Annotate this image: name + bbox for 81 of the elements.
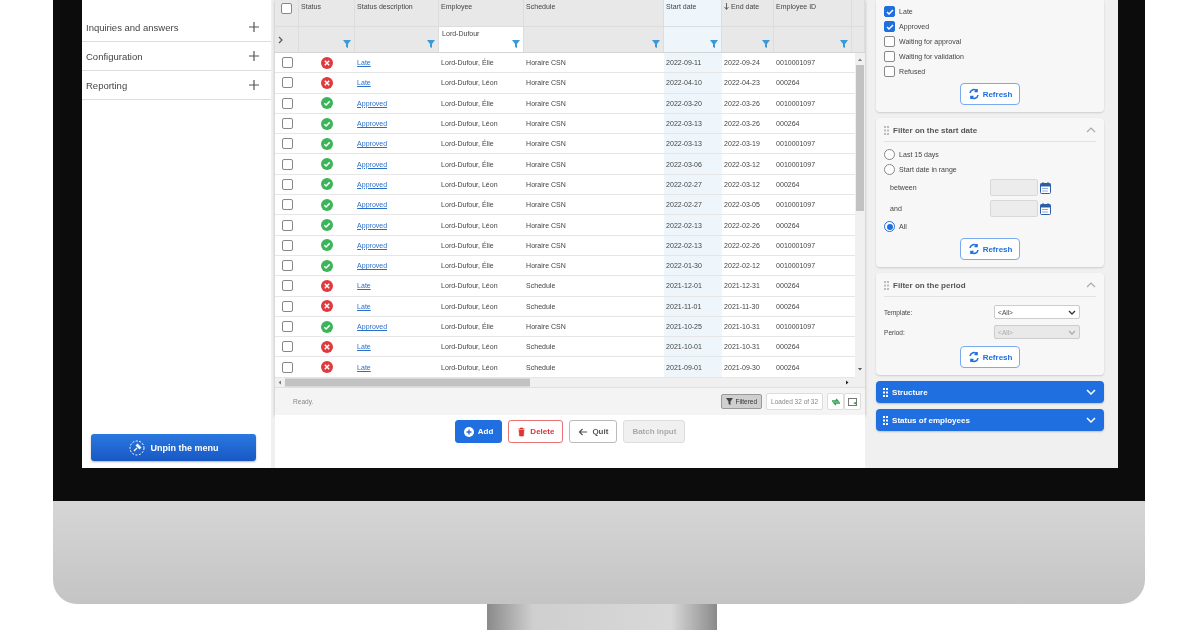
unpin-button[interactable]: Unpin the menu: [91, 434, 257, 461]
refresh-button[interactable]: Refresh: [959, 346, 1021, 368]
chevron-up-icon[interactable]: [1086, 127, 1096, 133]
checkbox[interactable]: [281, 178, 293, 190]
checkbox[interactable]: [281, 341, 293, 353]
action-button[interactable]: Delete: [508, 420, 564, 443]
calendar-icon[interactable]: [1040, 181, 1052, 194]
check-icon: [884, 21, 895, 32]
checkbox[interactable]: [281, 199, 293, 211]
checkbox[interactable]: [281, 260, 293, 272]
drag-handle-icon[interactable]: [883, 387, 889, 397]
checkbox[interactable]: [281, 158, 293, 170]
filter-icon: [726, 398, 734, 405]
sort-arrow-icon[interactable]: [724, 3, 730, 10]
filter-icon[interactable]: [762, 40, 771, 48]
checkbox[interactable]: [281, 239, 293, 251]
checkbox[interactable]: [281, 77, 293, 89]
filter-icon[interactable]: [652, 40, 661, 48]
radio-button[interactable]: [884, 149, 896, 160]
plus-circle-icon: [463, 426, 474, 437]
check-icon: [884, 6, 895, 17]
action-button[interactable]: Add: [454, 420, 503, 443]
arrow-left-icon: [578, 426, 589, 437]
date-field[interactable]: [990, 200, 1039, 217]
chevron-right-icon[interactable]: [278, 35, 284, 44]
arrows-icon: [830, 396, 841, 407]
menu-item[interactable]: Configuration: [86, 50, 143, 62]
menu-item[interactable]: Inquiries and answers: [86, 21, 179, 33]
plus-icon[interactable]: [249, 80, 260, 90]
checkbox[interactable]: [281, 300, 293, 312]
chevron-down-icon: [1068, 309, 1077, 315]
horizontal-scrollbar[interactable]: [275, 378, 866, 387]
menu-item[interactable]: Reporting: [86, 79, 128, 91]
refresh-button[interactable]: Refresh: [959, 238, 1021, 260]
vertical-scrollbar[interactable]: [855, 53, 866, 378]
drag-handle-icon[interactable]: [884, 280, 890, 290]
checkbox[interactable]: [281, 138, 293, 150]
filter-icon[interactable]: [343, 40, 352, 48]
chevron-down-icon[interactable]: [1086, 389, 1096, 395]
drag-handle-icon[interactable]: [883, 415, 889, 425]
refresh-icon: [967, 351, 980, 363]
action-button[interactable]: Quit: [569, 420, 618, 443]
checkbox[interactable]: [884, 21, 896, 32]
chevron-down-icon[interactable]: [1086, 417, 1096, 423]
filter-icon[interactable]: [840, 40, 849, 48]
section-header[interactable]: Filter on the period: [884, 277, 1096, 297]
refresh-button[interactable]: Refresh: [959, 83, 1021, 105]
trash-icon: [517, 426, 527, 437]
filter-icon[interactable]: [427, 40, 436, 48]
filter-icon[interactable]: [710, 40, 719, 48]
filter-icon[interactable]: [512, 40, 521, 48]
checkbox[interactable]: [884, 66, 896, 77]
checkbox[interactable]: [281, 3, 293, 14]
checkbox[interactable]: [281, 57, 293, 69]
checkbox[interactable]: [281, 97, 293, 109]
window-icon: [847, 396, 858, 407]
checkbox[interactable]: [884, 6, 896, 17]
pin-icon: [128, 439, 145, 456]
date-field[interactable]: [990, 179, 1039, 196]
checkbox[interactable]: [281, 321, 293, 332]
chevron-down-icon: [1068, 329, 1077, 335]
checkbox[interactable]: [281, 118, 293, 130]
export-button[interactable]: [844, 393, 862, 410]
drag-handle-icon[interactable]: [884, 125, 890, 135]
sync-button[interactable]: [827, 393, 845, 410]
checkbox[interactable]: [281, 280, 293, 292]
checkbox[interactable]: [884, 36, 896, 47]
plus-icon[interactable]: [249, 51, 260, 61]
checkbox[interactable]: [281, 361, 293, 373]
calendar-icon[interactable]: [1040, 202, 1052, 215]
checkbox[interactable]: [281, 219, 293, 231]
chevron-up-icon[interactable]: [1086, 282, 1096, 288]
radio-button[interactable]: [884, 164, 896, 175]
section-header[interactable]: Structure: [876, 381, 1104, 403]
refresh-icon: [967, 88, 980, 100]
checkbox[interactable]: [884, 51, 896, 62]
refresh-icon: [967, 243, 980, 255]
plus-icon[interactable]: [249, 22, 260, 32]
radio-button[interactable]: [884, 221, 896, 232]
section-header[interactable]: Filter on the start date: [884, 122, 1096, 142]
section-header[interactable]: Status of employees: [876, 409, 1104, 431]
